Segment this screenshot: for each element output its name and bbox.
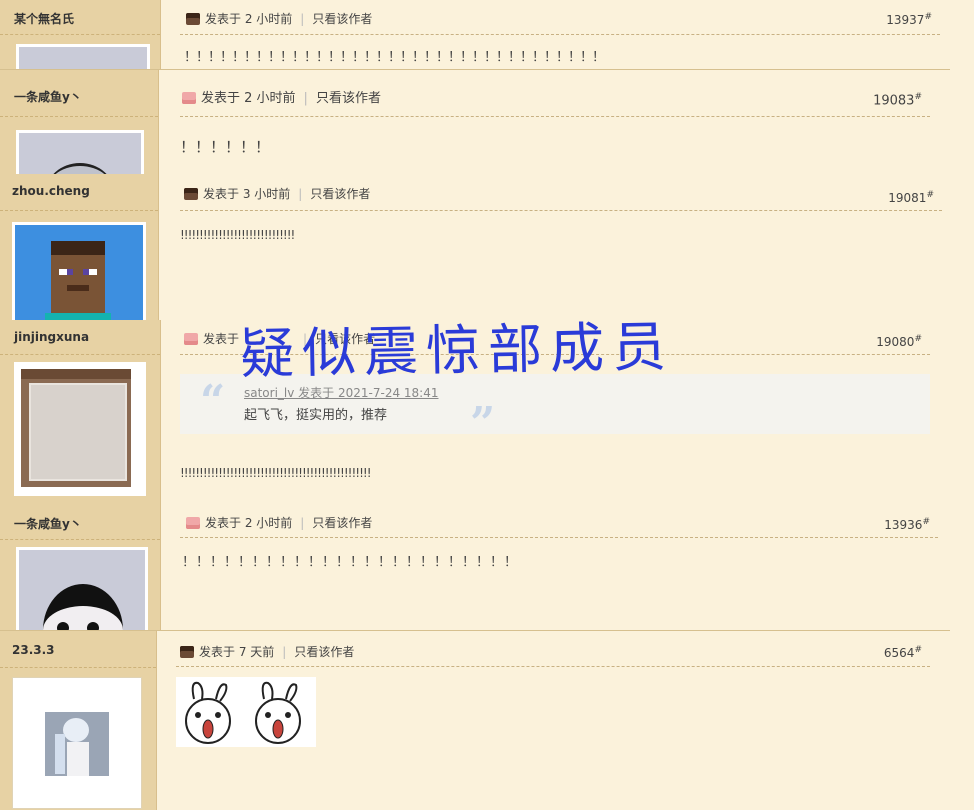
author-sidebar: 23.3.3: [0, 631, 157, 810]
author-only-link[interactable]: 只看该作者: [312, 12, 372, 26]
meta-separator: |: [300, 516, 305, 530]
frame-picture: [21, 369, 131, 487]
post-time: 发表于: [203, 332, 240, 346]
meta-separator: |: [298, 187, 303, 201]
meta-separator: |: [300, 12, 305, 26]
post-13937: 某个無名氏 发表于 2 小时前 | 只看该作者 13937# ！！！！！！！！！！！…: [0, 0, 974, 70]
username[interactable]: zhou.cheng: [12, 184, 90, 198]
sidebar-divider: [0, 210, 158, 211]
header-divider: [180, 537, 938, 538]
steve-face: [51, 241, 105, 313]
floor-number[interactable]: 19080#: [876, 334, 922, 349]
username[interactable]: 某个無名氏: [14, 10, 74, 27]
floor-number[interactable]: 19083#: [873, 92, 922, 108]
post-body: ！！！！！！！！！！！！！！！！！！！！！！！！！！！！！！！！！！！: [184, 50, 605, 65]
steve-icon: [186, 13, 200, 25]
sidebar-divider: [0, 539, 160, 540]
post-time: 发表于 3 小时前: [203, 187, 291, 201]
avatar[interactable]: [16, 130, 144, 175]
post-time: 发表于 2 小时前: [205, 516, 293, 530]
avatar[interactable]: [16, 547, 148, 630]
floor-number[interactable]: 13936#: [884, 517, 930, 532]
steve-icon: [180, 646, 194, 658]
author-sidebar: 一条咸鱼y丶: [0, 505, 161, 630]
post-meta: 发表于 2 小时前 | 只看该作者: [182, 87, 930, 106]
post-body: !!!!!!!!!!!!!!!!!!!!!!!!!!!!!!!!!!!!!!!!…: [180, 466, 372, 480]
overlay-caption: 疑似震惊部成员: [239, 315, 675, 386]
post-content: 发表于 2 小时前 | 只看该作者 13937# ！！！！！！！！！！！！！！！！！…: [180, 0, 940, 70]
post-time: 发表于 2 小时前: [205, 12, 293, 26]
username[interactable]: 23.3.3: [12, 643, 55, 657]
avatar[interactable]: [16, 44, 150, 70]
header-divider: [180, 34, 940, 35]
post-6564: 23.3.3 发表于 7 天前 | 只看该作者 6564#: [0, 630, 950, 810]
author-sidebar: jinjingxuna: [0, 320, 161, 505]
meta-separator: |: [282, 645, 287, 659]
post-content: 发表于 2 小时前 | 只看该作者 19083# ！！！！！！: [180, 70, 930, 175]
meta-separator: |: [303, 91, 308, 106]
avatar-head: [43, 584, 123, 630]
post-meta: 发表于 2 小时前 | 只看该作者: [186, 514, 938, 531]
pig-icon: [184, 333, 198, 345]
post-content: 发表于 2 小时前 | 只看该作者 13936# ！！！！！！！！！！！！！！！！！…: [180, 505, 938, 630]
username[interactable]: jinjingxuna: [14, 330, 89, 344]
author-sidebar: 一条咸鱼y丶: [0, 70, 159, 175]
post-body: ！！！！！！！！！！！！！！！！！！！！！！！！: [182, 555, 519, 570]
post-19081: zhou.cheng 发表于 3 小时前 | 只看该作者 19081# !!!!!!…: [0, 174, 950, 320]
post-body: !!!!!!!!!!!!!!!!!!!!!!!!!!!!!!: [180, 228, 295, 242]
open-quote-icon: “: [200, 376, 226, 427]
author-only-link[interactable]: 只看该作者: [310, 187, 370, 201]
sidebar-divider: [0, 354, 160, 355]
post-meta: 发表于 7 天前 | 只看该作者: [180, 643, 930, 660]
floor-number[interactable]: 13937#: [886, 12, 932, 27]
header-divider: [180, 210, 942, 211]
rabbit-emoji-image: [176, 677, 316, 747]
post-time: 发表于 2 小时前: [201, 91, 296, 106]
post-content: 发表于 3 小时前 | 只看该作者 19081# !!!!!!!!!!!!!!!!!…: [180, 174, 942, 320]
quote-text: 起飞飞，挺实用的，推荐: [244, 408, 388, 423]
sidebar-divider: [0, 116, 158, 117]
floor-number[interactable]: 19081#: [888, 190, 934, 205]
sidebar-divider: [0, 34, 160, 35]
username[interactable]: 一条咸鱼y丶: [14, 515, 82, 532]
post-19083: 一条咸鱼y丶 发表于 2 小时前 | 只看该作者 19083# ！！！！！！: [0, 69, 950, 175]
post-meta: 发表于 3 小时前 | 只看该作者: [184, 185, 942, 202]
pig-icon: [186, 517, 200, 529]
author-only-link[interactable]: 只看该作者: [312, 516, 372, 530]
avatar[interactable]: [14, 362, 146, 496]
anime-avatar: [45, 712, 109, 776]
username[interactable]: 一条咸鱼y丶: [14, 88, 82, 105]
floor-number[interactable]: 6564#: [884, 645, 922, 660]
post-content: 发表于 7 天前 | 只看该作者 6564#: [176, 631, 930, 810]
author-sidebar: zhou.cheng: [0, 174, 159, 320]
author-only-link[interactable]: 只看该作者: [294, 645, 354, 659]
pig-icon: [182, 92, 196, 104]
header-divider: [180, 116, 930, 117]
post-13936: 一条咸鱼y丶 发表于 2 小时前 | 只看该作者 13936# ！！！！！！！！！！…: [0, 505, 974, 630]
rabbit-faces-icon: [185, 681, 301, 744]
avatar[interactable]: [12, 222, 146, 320]
close-quote-icon: ”: [470, 398, 496, 449]
header-divider: [176, 666, 930, 667]
sidebar-divider: [0, 667, 156, 668]
author-only-link[interactable]: 只看该作者: [316, 91, 381, 106]
post-meta: 发表于 2 小时前 | 只看该作者: [186, 10, 940, 27]
avatar[interactable]: [12, 677, 142, 809]
post-time: 发表于 7 天前: [199, 645, 275, 659]
post-body: ！！！！！！: [180, 138, 271, 156]
author-sidebar: 某个無名氏: [0, 0, 161, 70]
steve-icon: [184, 188, 198, 200]
